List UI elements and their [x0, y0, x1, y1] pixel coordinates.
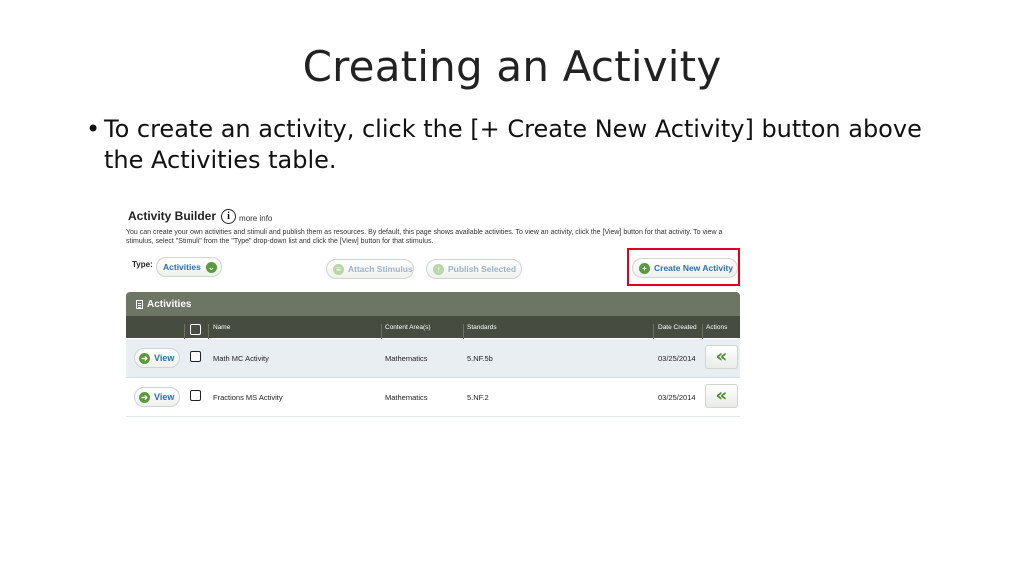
select-all-checkbox[interactable]: [190, 324, 201, 335]
highlight-box: [627, 248, 740, 286]
row-checkbox[interactable]: [190, 390, 201, 401]
info-icon[interactable]: i: [221, 208, 237, 224]
view-label: View: [154, 392, 175, 402]
cell-standards: 5.NF.5b: [467, 354, 493, 363]
view-button[interactable]: ➜ View: [134, 387, 180, 407]
cell-content-area: Mathematics: [385, 393, 428, 402]
arrow-right-icon: ➜: [139, 391, 150, 403]
view-button[interactable]: ➜ View: [134, 348, 180, 368]
publish-icon: ↑: [433, 263, 444, 275]
column-header-name[interactable]: Name: [213, 324, 230, 331]
publish-selected-label: Publish Selected: [448, 264, 517, 274]
actions-menu-button[interactable]: «: [705, 345, 738, 369]
cell-name: Math MC Activity: [213, 354, 269, 363]
column-header-row: Name Content Area(s) Standards Date Crea…: [126, 316, 740, 346]
cell-name: Fractions MS Activity: [213, 393, 283, 402]
bullet-point: • To create an activity, click the [+ Cr…: [86, 114, 946, 176]
arrow-right-icon: ➜: [139, 352, 150, 364]
cell-date-created: 03/25/2014: [658, 354, 696, 363]
column-header-date-created[interactable]: Date Created: [658, 324, 697, 331]
type-dropdown[interactable]: Activities ⌄: [156, 257, 222, 277]
bullet-dot: •: [86, 115, 101, 143]
more-info-link[interactable]: more info: [239, 214, 272, 223]
cell-date-created: 03/25/2014: [658, 393, 696, 402]
attach-icon: ≡: [333, 263, 344, 275]
activities-table-header: Activities: [126, 292, 740, 316]
type-label: Type:: [132, 260, 153, 269]
slide-title: Creating an Activity: [302, 42, 722, 91]
bullet-text: To create an activity, click the [+ Crea…: [104, 115, 922, 174]
activity-builder-title: Activity Builder: [128, 209, 217, 223]
cell-standards: 5.NF.2: [467, 393, 489, 402]
column-header-actions: Actions: [706, 324, 728, 331]
double-chevron-left-icon: «: [715, 346, 728, 367]
row-checkbox[interactable]: [190, 351, 201, 362]
column-header-standards[interactable]: Standards: [467, 324, 497, 331]
cell-content-area: Mathematics: [385, 354, 428, 363]
activities-table-title: Activities: [147, 298, 192, 310]
table-row: ➜ View Fractions MS Activity Mathematics…: [126, 378, 740, 417]
actions-menu-button[interactable]: «: [705, 384, 738, 408]
attach-stimulus-label: Attach Stimulus: [348, 264, 413, 274]
column-header-content-area[interactable]: Content Area(s): [385, 324, 431, 331]
publish-selected-button[interactable]: ↑ Publish Selected: [426, 259, 522, 279]
attach-stimulus-button[interactable]: ≡ Attach Stimulus: [326, 259, 414, 279]
document-icon: [136, 299, 143, 309]
view-label: View: [154, 353, 175, 363]
double-chevron-left-icon: «: [715, 385, 728, 406]
table-row: ➜ View Math MC Activity Mathematics 5.NF…: [126, 339, 740, 378]
chevron-down-icon: ⌄: [205, 261, 217, 273]
activity-builder-description: You can create your own activities and s…: [126, 229, 723, 245]
activity-builder-screenshot: Activity Builder i more info You can cre…: [126, 202, 742, 418]
activity-builder-header: Activity Builder i more info: [128, 206, 272, 226]
type-dropdown-value: Activities: [163, 262, 201, 272]
